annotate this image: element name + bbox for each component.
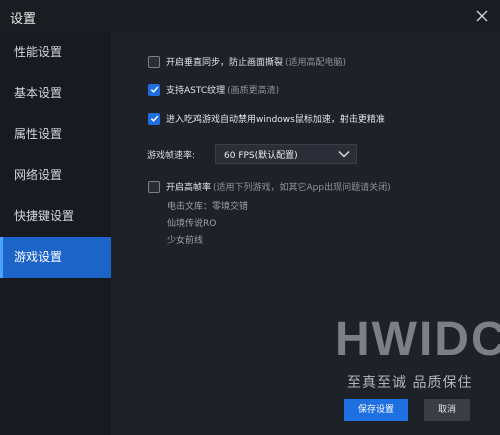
chevron-down-icon <box>338 150 350 158</box>
cancel-button[interactable]: 取消 <box>424 399 470 421</box>
sidebar-item-game[interactable]: 游戏设置 <box>0 237 111 278</box>
astc-checkbox[interactable] <box>148 83 160 96</box>
sidebar: 性能设置 基本设置 属性设置 网络设置 快捷键设置 游戏设置 <box>0 32 111 435</box>
check-icon <box>150 115 158 122</box>
game-item: 电击文库：零境交错 <box>167 202 249 212</box>
vsync-checkbox[interactable] <box>148 55 160 68</box>
fps-select[interactable]: 60 FPS(默认配置) <box>215 144 357 164</box>
astc-label: 支持ASTC纹理 <box>166 86 226 96</box>
check-icon <box>150 86 158 93</box>
high-refresh-row: 开启高帧率 (适用下列游戏，如其它App出现问题请关闭) <box>148 180 391 193</box>
vsync-note: (适用高配电脑) <box>285 58 347 68</box>
astc-note: (画质更高清) <box>227 86 280 96</box>
fps-select-value: 60 FPS(默认配置) <box>224 150 298 161</box>
title-bar: 设置 <box>0 0 500 32</box>
high-refresh-label: 开启高帧率 <box>166 183 212 193</box>
watermark-subtitle: 至真至诚 品质保住 <box>347 375 473 391</box>
sidebar-item-network[interactable]: 网络设置 <box>0 155 111 196</box>
sidebar-item-properties[interactable]: 属性设置 <box>0 114 111 155</box>
astc-row: 支持ASTC纹理 (画质更高清) <box>148 83 279 96</box>
mouse-accel-checkbox[interactable] <box>148 112 160 125</box>
sidebar-item-performance[interactable]: 性能设置 <box>0 32 111 73</box>
close-icon <box>476 10 488 22</box>
settings-panel: 开启垂直同步，防止画面撕裂 (适用高配电脑) 支持ASTC纹理 (画质更高清) … <box>111 32 500 435</box>
window-title: 设置 <box>10 12 37 27</box>
vsync-row: 开启垂直同步，防止画面撕裂 (适用高配电脑) <box>148 55 346 68</box>
game-item: 少女前线 <box>167 236 204 246</box>
high-refresh-checkbox[interactable] <box>148 180 160 193</box>
high-refresh-note: (适用下列游戏，如其它App出现问题请关闭) <box>213 183 391 193</box>
save-button[interactable]: 保存设置 <box>344 399 408 421</box>
close-button[interactable] <box>472 6 492 26</box>
mouse-accel-label: 进入吃鸡游戏自动禁用windows鼠标加速，射击更精准 <box>166 115 385 125</box>
game-item: 仙境传说RO <box>167 219 217 229</box>
watermark-logo: HWIDC <box>335 313 500 366</box>
fps-label: 游戏帧速率: <box>147 151 196 161</box>
sidebar-item-basic[interactable]: 基本设置 <box>0 73 111 114</box>
sidebar-item-shortcuts[interactable]: 快捷键设置 <box>0 196 111 237</box>
mouse-accel-row: 进入吃鸡游戏自动禁用windows鼠标加速，射击更精准 <box>148 112 385 125</box>
vsync-label: 开启垂直同步，防止画面撕裂 <box>166 58 284 68</box>
